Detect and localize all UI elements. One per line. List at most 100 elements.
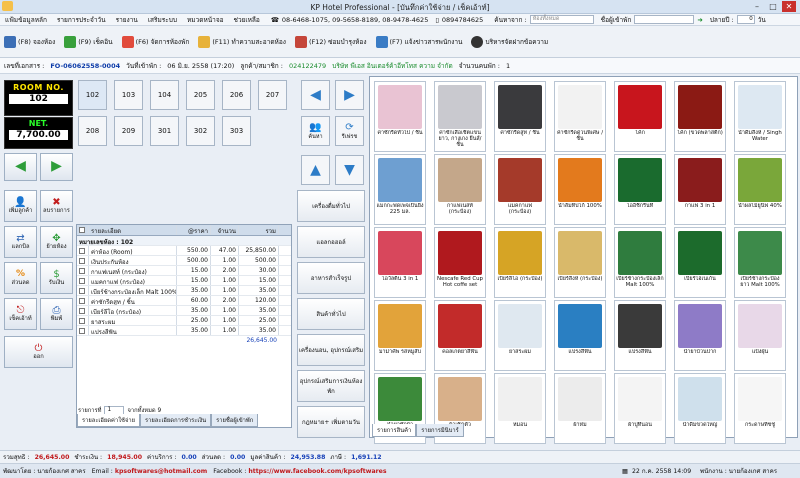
product-tile[interactable]: แมคกาแฟ (กระป๋อง)	[494, 154, 546, 225]
product-prev-button[interactable]: ◀	[301, 80, 330, 110]
row-checkbox[interactable]	[79, 248, 85, 254]
table-row[interactable]: เงินประกันห้อง 500.00 1.00 500.00	[77, 256, 291, 266]
room-tile[interactable]: 301	[150, 116, 179, 146]
guest-name-input[interactable]	[634, 15, 695, 24]
menu-master-data[interactable]: แฟ้มข้อมูลหลัก	[0, 15, 52, 25]
search-scope-select[interactable]: ห้องทั้งหมด	[529, 15, 594, 24]
staff-news-button[interactable]: (F7) แจ้งข่าวสารพนักงาน	[375, 35, 469, 48]
switch-bill-button[interactable]: ⇄ แลกบิล	[4, 226, 37, 258]
table-row[interactable]: แมคกาแฟ (กระป๋อง) 15.00 1.00 15.00	[77, 276, 291, 286]
row-checkbox[interactable]	[79, 268, 85, 274]
close-button[interactable]: ✕	[782, 1, 796, 12]
cleaning-button[interactable]: (F11) ทำความสะอาดห้อง	[198, 35, 292, 48]
tab-guest-list[interactable]: รายชื่อผู้เข้าพัก	[211, 414, 259, 427]
year-input[interactable]: 0	[736, 15, 755, 24]
category-rules[interactable]: กฎหมาย+ เพิ่มตามวัน	[297, 406, 365, 438]
scroll-down-button[interactable]: ▼	[335, 155, 364, 185]
menu-screens[interactable]: หมวดหน้าจอ	[182, 15, 229, 25]
product-tile[interactable]: แปรงสีฟัน	[554, 300, 606, 371]
tab-products[interactable]: รายการสินค้า	[372, 424, 417, 437]
menu-extras[interactable]: เสริมระบบ	[143, 15, 182, 25]
checkin-button[interactable]: (F9) เช็คอิน	[64, 35, 118, 48]
find-button[interactable]: 👥 ค้นหา	[301, 116, 330, 146]
product-tile[interactable]: เบียร์สิงห์ (กระป๋อง)	[554, 227, 606, 298]
category-room-extras[interactable]: อุปกรณ์เสริมการเงินห้องพัก	[297, 370, 365, 402]
messages-button[interactable]: บริหารจัดฝากข้อความ	[471, 35, 554, 48]
discount-button[interactable]: % ส่วนลด	[4, 262, 37, 294]
row-checkbox[interactable]	[79, 278, 85, 284]
room-tile[interactable]: 208	[78, 116, 107, 146]
row-checkbox[interactable]	[79, 288, 85, 294]
tab-expense-detail[interactable]: รายละเอียดค่าใช้จ่าย	[77, 414, 141, 427]
room-tile[interactable]: 209	[114, 116, 143, 146]
category-alcohol[interactable]: แอลกอฮอล์	[297, 226, 365, 258]
category-drinks[interactable]: เครื่องดื่มทั่วไป	[297, 190, 365, 222]
maintenance-button[interactable]: (F12) ซ่อมบำรุงห้อง	[294, 35, 373, 48]
menu-reports[interactable]: รายงาน	[111, 15, 143, 25]
table-row[interactable]: ค่าซักรีดสูท / ชิ้น 60.00 2.00 120.00	[77, 296, 291, 306]
add-customer-button[interactable]: 👤 เพิ่มลูกค้า	[4, 190, 37, 222]
menu-help[interactable]: ช่วยเหลือ	[229, 15, 265, 25]
room-tile[interactable]: 207	[258, 80, 287, 110]
move-room-button[interactable]: ✥ ย้ายห้อง	[40, 226, 73, 258]
row-checkbox[interactable]	[79, 308, 85, 314]
maximize-button[interactable]: □	[766, 1, 780, 12]
row-checkbox[interactable]	[79, 258, 85, 264]
category-general[interactable]: สินค้าทั่วไป	[297, 298, 365, 330]
table-row[interactable]: ยาสระผม 25.00 1.00 25.00	[77, 316, 291, 326]
next-room-button[interactable]: ▶	[40, 153, 73, 181]
exit-button[interactable]: ⏻ ออก	[4, 336, 73, 368]
manage-rooms-button[interactable]: (F6) จัดการห้องพัก	[121, 35, 196, 48]
product-tile[interactable]: ผ้าปูที่นอน	[614, 373, 666, 444]
tab-payment-detail[interactable]: รายละเอียดการชำระเงิน	[140, 414, 212, 427]
room-tile[interactable]: 103	[114, 80, 143, 110]
room-tile[interactable]: 206	[222, 80, 251, 110]
email-link[interactable]: kpsoftwares@hotmail.com	[115, 468, 207, 475]
minimize-button[interactable]: –	[750, 1, 764, 12]
product-tile[interactable]: Nescafe Red Cup Hot coffe set	[434, 227, 486, 298]
product-tile[interactable]: โค้ก (ขวดพลาสติก)	[674, 81, 726, 152]
product-tile[interactable]: น้ำผลไม้ยูนิฟ 40%	[734, 154, 786, 225]
row-checkbox[interactable]	[79, 318, 85, 324]
row-checkbox[interactable]	[79, 328, 85, 334]
category-bedding[interactable]: เครื่องนอน, อุปกรณ์เสริม	[297, 334, 365, 366]
product-tile[interactable]: เบียร์ไฮเนเก้น	[674, 227, 726, 298]
refresh-button[interactable]: ⟳ รีเฟรช	[335, 116, 364, 146]
facebook-link[interactable]: https://www.facebook.com/kpsoftwares	[248, 468, 386, 475]
table-row[interactable]: กาแฟเนสท์ (กระป๋อง) 15.00 2.00 30.00	[77, 266, 291, 276]
product-tile[interactable]: แมกกะฟดเพจเป็นยิ่ง 225 มล.	[374, 154, 426, 225]
product-tile[interactable]: ผ้าห่ม	[554, 373, 606, 444]
prev-room-button[interactable]: ◀	[4, 153, 37, 181]
product-tile[interactable]: กาแฟเนสท์ (กระป๋อง)	[434, 154, 486, 225]
product-tile[interactable]: น้ำดื่มสิงห์ / Singh Water	[734, 81, 786, 152]
table-row[interactable]: แปรงสีฟัน 35.00 1.00 35.00	[77, 326, 291, 336]
table-row[interactable]: ค่าห้อง (Room) 550.00 47.00 25,850.00	[77, 246, 291, 256]
product-tile[interactable]: เบียร์ช้างกระป๋องเล็ก Malt 100%	[614, 227, 666, 298]
product-tile[interactable]: คอลเกตยาสีฟัน	[434, 300, 486, 371]
room-tile[interactable]: 302	[186, 116, 215, 146]
product-tile[interactable]: โออิชิกรีนที	[614, 154, 666, 225]
product-tile[interactable]: ค่าซักรีดทั่วไป / ชิ้น	[374, 81, 426, 152]
product-tile[interactable]: โค้ก	[614, 81, 666, 152]
product-tile[interactable]: แปรงสีฟัน	[614, 300, 666, 371]
room-tile[interactable]: 102	[78, 80, 107, 110]
product-tile[interactable]: น้ำส้มทิปโก้ 100%	[554, 154, 606, 225]
room-tile[interactable]: 303	[222, 116, 251, 146]
menu-daily[interactable]: รายการประจำวัน	[52, 15, 111, 25]
booking-button[interactable]: (F8) จองห้อง	[4, 35, 61, 48]
row-checkbox[interactable]	[79, 298, 85, 304]
product-tile[interactable]: หมอน	[494, 373, 546, 444]
product-next-button[interactable]: ▶	[335, 80, 364, 110]
category-ready-food[interactable]: อาหารสำเร็จรูป	[297, 262, 365, 294]
product-tile[interactable]: ค่าซักรีดสูท / ชิ้น	[494, 81, 546, 152]
product-tile[interactable]: ค่าซักรีดด่วนพิเศษ / ชิ้น	[554, 81, 606, 152]
product-tile[interactable]: มาม่าคัพ รสหมูสับ	[374, 300, 426, 371]
room-tile[interactable]: 104	[150, 80, 179, 110]
product-tile[interactable]: เบียร์ช้างกระป๋อง ยาว Malt 100%	[734, 227, 786, 298]
product-tile[interactable]: น้ำยาบ้วนปาก	[674, 300, 726, 371]
product-tile[interactable]: เบียร์ลีโอ (กระป๋อง)	[494, 227, 546, 298]
product-tile[interactable]: แป้งฝุ่น	[734, 300, 786, 371]
product-tile[interactable]: ยาสระผม	[494, 300, 546, 371]
select-all-checkbox[interactable]	[79, 227, 85, 233]
print-button[interactable]: ⎙ พิมพ์	[40, 298, 73, 330]
